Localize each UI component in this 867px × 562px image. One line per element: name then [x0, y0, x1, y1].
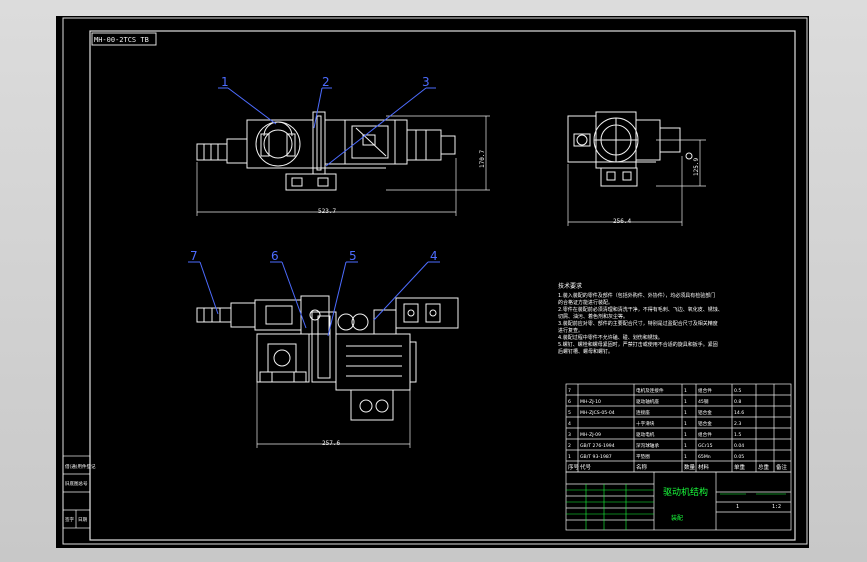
- bom-header-cell: 总重: [758, 463, 770, 471]
- bom-cell: 1: [684, 443, 687, 449]
- dim-side-height: 125.9: [693, 158, 700, 176]
- bom-cell: GB/T 276-1994: [580, 443, 615, 449]
- bom-cell: 0.5: [734, 388, 741, 394]
- drawing-title: 驱动机结构: [663, 486, 708, 498]
- stamp-line: 日期: [78, 517, 87, 523]
- bom-cell: 4: [568, 421, 571, 427]
- bom-cell: 0.8: [734, 399, 741, 405]
- stamp-line: 签字: [65, 516, 74, 523]
- bom-header-cell: 数量: [684, 463, 696, 471]
- stamp-line: 旧底图总号: [65, 480, 88, 487]
- outer-frame: [62, 17, 808, 545]
- inner-frame: [89, 30, 796, 541]
- balloon-7: 7: [190, 249, 198, 263]
- tech-line: 后螺钉槽、螺母和螺钉。: [558, 348, 613, 355]
- scale-value: 1:2: [772, 504, 781, 510]
- bom-cell: 铝合金: [698, 409, 712, 416]
- bom-cell: 7: [568, 388, 571, 394]
- bom-cell: 1: [568, 454, 571, 460]
- sheet-value: 1: [736, 504, 739, 510]
- top-view: [196, 295, 459, 421]
- bom-header-cell: 备注: [776, 463, 788, 471]
- bom-cell: 0.04: [734, 443, 744, 449]
- bom-cell: 十字滑块: [636, 420, 655, 427]
- bom-cell: 深沟球轴承: [636, 442, 659, 449]
- front-view: [196, 111, 456, 191]
- bom-cell: 平垫圈: [636, 453, 650, 460]
- bom-cell: 1: [684, 388, 687, 394]
- bom-cell: 2.3: [734, 421, 741, 427]
- tech-line: 进行复查。: [558, 327, 583, 334]
- bom-cell: 3: [568, 432, 571, 438]
- bom-cell: 连接座: [636, 409, 650, 416]
- bom-cell: 1: [684, 399, 687, 405]
- bom-cell: 2: [568, 443, 571, 449]
- drawing-canvas: MH-00-2TCS TB 523.7 170.7 1 2 3 256.4 12…: [62, 17, 808, 545]
- bom-cell: 驱动电机: [636, 431, 655, 438]
- bom-cell: 铝合金: [698, 420, 712, 427]
- balloon-3: 3: [422, 75, 430, 89]
- bom-cell: 电机及连接件: [636, 387, 664, 394]
- side-view: [567, 111, 693, 187]
- balloon-1: 1: [221, 75, 229, 89]
- balloon-2: 2: [322, 75, 330, 89]
- balloon-6: 6: [271, 249, 279, 263]
- dim-side-width: 256.4: [613, 218, 631, 225]
- tech-line: 4.装配过程中零件不允许磕、碰、划伤和锈蚀。: [558, 334, 663, 341]
- drawing-sheet[interactable]: MH-00-2TCS TB 523.7 170.7 1 2 3 256.4 12…: [56, 16, 809, 548]
- number-stamp: MH-00-2TCS TB: [94, 36, 149, 44]
- bom-cell: 45钢: [698, 398, 709, 405]
- tech-title: 技术要求: [558, 282, 582, 290]
- bom-cell: 1: [684, 454, 687, 460]
- bom-cell: 组合件: [698, 431, 712, 438]
- dim-front-width: 523.7: [318, 208, 336, 215]
- tech-line: 的合格证方能进行装配。: [558, 299, 613, 306]
- bom-cell: 1: [684, 421, 687, 427]
- bom-cell: 14.6: [734, 410, 744, 416]
- bom-rows: 7 电机及连接件 1 组合件 0.5 6 MH-ZJ-10 驱动轴机座 1 45钢 0.8 5 MH-Z…: [568, 387, 788, 471]
- bom-cell: MH-ZJCS-05-04: [580, 410, 615, 416]
- bom-cell: 0.05: [734, 454, 744, 460]
- stamp-line: 借(通)用件登记: [65, 463, 96, 470]
- bom-cell: 组合件: [698, 387, 712, 394]
- bom-cell: 1: [684, 432, 687, 438]
- bom-cell: MH-ZJ-09: [580, 432, 601, 438]
- tech-lines: 1.装入装配的零件及部件（包括外购件、外协件），均必须具有检验部门 的合格证方能…: [558, 292, 723, 355]
- bom-cell: MH-ZJ-10: [580, 399, 601, 405]
- bom-cell: GB/T 93-1987: [580, 454, 612, 460]
- front-dimensions: [196, 115, 490, 216]
- bom-cell: 1.5: [734, 432, 741, 438]
- cad-viewport: MH-00-2TCS TB 523.7 170.7 1 2 3 256.4 12…: [0, 0, 867, 562]
- drawing-subtitle: 装配: [671, 514, 683, 522]
- balloon-5: 5: [349, 249, 357, 263]
- balloon-4: 4: [430, 249, 438, 263]
- bom-header-cell: 序号: [568, 463, 580, 471]
- bom-header-cell: 单重: [734, 463, 746, 471]
- tech-line: 切屑、油污、着色剂和灰尘等。: [558, 313, 628, 320]
- bom-cell: 65Mn: [698, 454, 711, 460]
- top-leaders: [188, 261, 440, 337]
- bom-header-cell: 名称: [636, 463, 648, 471]
- bom-cell: 1: [684, 410, 687, 416]
- front-leaders: [218, 87, 436, 167]
- tech-line: 1.装入装配的零件及部件（包括外购件、外协件），均必须具有检验部门: [558, 292, 715, 299]
- dim-top-width: 257.6: [322, 440, 340, 447]
- bom-cell: GCr15: [698, 443, 713, 449]
- bom-header-cell: 材料: [698, 463, 710, 471]
- bom-cell: 6: [568, 399, 571, 405]
- tech-line: 5.螺钉、螺栓和螺母紧固时，严禁打击或使用不合适的旋具和扳手。紧固: [558, 341, 718, 348]
- bom-cell: 5: [568, 410, 571, 416]
- dim-front-height: 170.7: [479, 150, 486, 168]
- tech-line: 3.装配前应对零、部件的主要配合尺寸，特别是过盈配合尺寸及相关精度: [558, 320, 718, 327]
- tech-line: 2.零件在装配前必须清理和清洗干净，不得有毛刺、飞边、氧化皮、锈蚀、: [558, 306, 723, 313]
- bom-header-cell: 代号: [580, 463, 592, 471]
- bom-cell: 驱动轴机座: [636, 398, 659, 405]
- top-dimensions: [256, 382, 411, 448]
